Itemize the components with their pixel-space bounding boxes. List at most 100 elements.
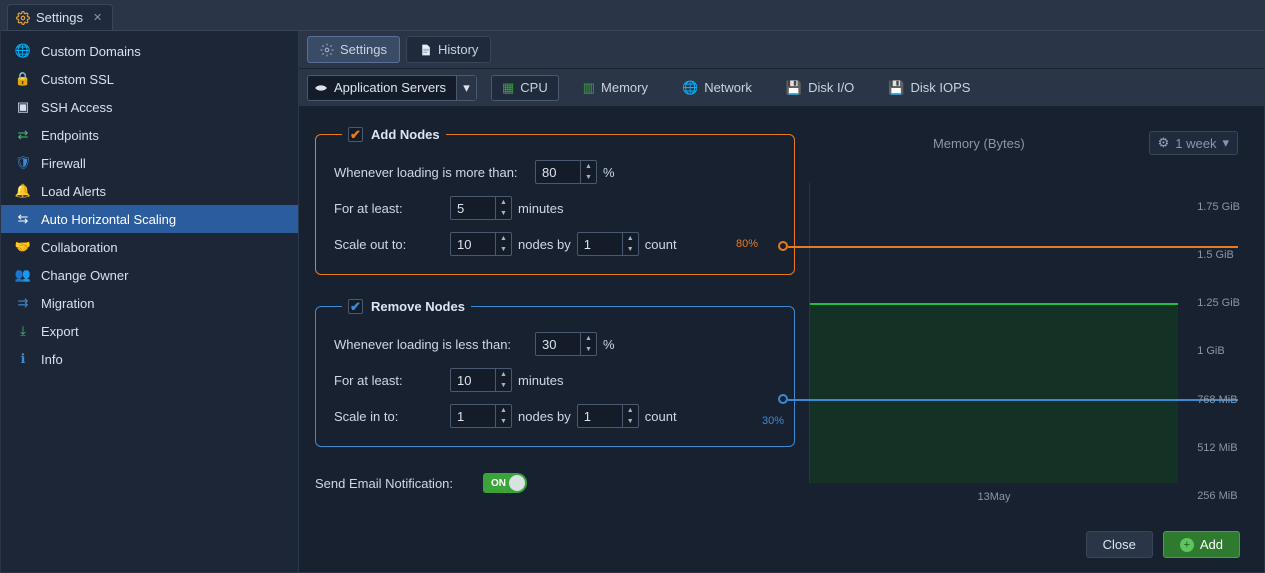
toggle-state: ON	[491, 478, 506, 489]
export-icon: ⤓	[15, 323, 31, 339]
notification-label: Send Email Notification:	[315, 476, 453, 491]
sidebar-item-endpoints[interactable]: ⇄ Endpoints	[1, 121, 298, 149]
sidebar-item-info[interactable]: ℹInfo	[1, 345, 298, 373]
sidebar-item-label: SSH Access	[41, 100, 113, 115]
spinner-arrows[interactable]: ▲▼	[495, 197, 511, 219]
time-range-dropdown[interactable]: ⚙ 1 week ▾	[1149, 131, 1238, 155]
notification-toggle[interactable]: ON	[483, 473, 527, 493]
y-tick: 512 MiB	[1197, 442, 1240, 454]
remove-nodes-checkbox[interactable]: ✔	[348, 299, 363, 314]
add-count-input[interactable]	[578, 233, 622, 255]
minutes-label: minutes	[518, 373, 564, 388]
add-scale-input[interactable]	[451, 233, 495, 255]
sidebar-item-firewall[interactable]: 🛡 Firewall	[1, 149, 298, 177]
sidebar-item-custom-ssl[interactable]: 🔒Custom SSL	[1, 65, 298, 93]
threshold-handle-icon[interactable]	[778, 394, 788, 404]
dropdown-value: Application Servers	[334, 80, 450, 95]
subtab-history[interactable]: History	[406, 36, 491, 63]
y-tick: 256 MiB	[1197, 490, 1240, 502]
close-button[interactable]: Close	[1086, 531, 1153, 558]
cpu-icon: ▦	[502, 80, 514, 96]
add-duration-label: For at least:	[334, 201, 444, 216]
count-label: count	[645, 409, 677, 424]
sidebar-item-load-alerts[interactable]: 🔔Load Alerts	[1, 177, 298, 205]
add-scale-label: Scale out to:	[334, 237, 444, 252]
subtab-settings[interactable]: Settings	[307, 36, 400, 63]
sidebar-item-label: Info	[41, 352, 63, 367]
remove-scale-spinner[interactable]: ▲▼	[450, 404, 512, 428]
remove-loading-spinner[interactable]: ▲▼	[535, 332, 597, 356]
threshold-down-label: 30%	[762, 415, 784, 427]
sidebar-item-label: Endpoints	[41, 128, 99, 143]
remove-count-input[interactable]	[578, 405, 622, 427]
sidebar-item-export[interactable]: ⤓Export	[1, 317, 298, 345]
add-button-label: Add	[1200, 537, 1223, 552]
add-nodes-checkbox[interactable]: ✔	[348, 127, 363, 142]
add-button[interactable]: + Add	[1163, 531, 1240, 558]
y-tick: 1.5 GiB	[1197, 249, 1240, 261]
spinner-arrows[interactable]: ▲▼	[495, 233, 511, 255]
spinner-arrows[interactable]: ▲▼	[622, 233, 638, 255]
threshold-handle-icon[interactable]	[778, 241, 788, 251]
disk-icon: 💾	[786, 80, 802, 96]
memory-line	[810, 303, 1178, 305]
y-tick: 768 MiB	[1197, 394, 1240, 406]
add-loading-spinner[interactable]: ▲▼	[535, 160, 597, 184]
sidebar-item-collaboration[interactable]: 🤝Collaboration	[1, 233, 298, 261]
add-nodes-panel: ✔ Add Nodes Whenever loading is more tha…	[315, 127, 795, 275]
bell-icon: 🔔	[15, 183, 31, 199]
metric-disk-iops[interactable]: 💾 Disk IOPS	[878, 76, 980, 100]
sidebar-item-label: Firewall	[41, 156, 86, 171]
metric-label: Network	[704, 80, 752, 95]
y-tick: 1.25 GiB	[1197, 297, 1240, 309]
add-duration-spinner[interactable]: ▲▼	[450, 196, 512, 220]
spinner-arrows[interactable]: ▲▼	[495, 369, 511, 391]
remove-scale-label: Scale in to:	[334, 409, 444, 424]
globe-icon: 🌐	[682, 80, 698, 96]
spinner-arrows[interactable]: ▲▼	[580, 161, 596, 183]
metric-disk-io[interactable]: 💾 Disk I/O	[776, 76, 864, 100]
add-scale-spinner[interactable]: ▲▼	[450, 232, 512, 256]
add-loading-input[interactable]	[536, 161, 580, 183]
gear-icon: ⚙	[1158, 135, 1170, 151]
subtab-label: Settings	[340, 42, 387, 57]
window-tab-settings[interactable]: Settings ✕	[7, 4, 113, 30]
spinner-arrows[interactable]: ▲▼	[495, 405, 511, 427]
remove-scale-input[interactable]	[451, 405, 495, 427]
remove-duration-spinner[interactable]: ▲▼	[450, 368, 512, 392]
spinner-arrows[interactable]: ▲▼	[622, 405, 638, 427]
remove-duration-input[interactable]	[451, 369, 495, 391]
x-axis-tick: 13May	[977, 491, 1010, 503]
add-nodes-legend: Add Nodes	[371, 127, 440, 142]
sidebar-item-ssh-access[interactable]: ▣SSH Access	[1, 93, 298, 121]
remove-count-spinner[interactable]: ▲▼	[577, 404, 639, 428]
chart-panel: Memory (Bytes) ⚙ 1 week ▾ 80%	[809, 127, 1248, 562]
remove-loading-label: Whenever loading is less than:	[334, 337, 529, 352]
handshake-icon: 🤝	[15, 239, 31, 255]
y-tick: 1.75 GiB	[1197, 201, 1240, 213]
shield-icon: 🛡	[15, 155, 31, 171]
chevron-down-icon: ▾	[456, 76, 476, 100]
sidebar-item-auto-horizontal-scaling[interactable]: ⇆Auto Horizontal Scaling	[1, 205, 298, 233]
close-icon[interactable]: ✕	[93, 11, 102, 24]
sidebar-item-custom-domains[interactable]: 🌐Custom Domains	[1, 37, 298, 65]
metric-memory[interactable]: ▥ Memory	[573, 76, 658, 100]
count-label: count	[645, 237, 677, 252]
sidebar-item-migration[interactable]: ⇉Migration	[1, 289, 298, 317]
add-duration-input[interactable]	[451, 197, 495, 219]
sidebar: 🌐Custom Domains 🔒Custom SSL ▣SSH Access …	[1, 31, 299, 572]
y-axis: 1.75 GiB 1.5 GiB 1.25 GiB 1 GiB 768 MiB …	[1197, 163, 1240, 562]
metric-cpu[interactable]: ▦ CPU	[491, 75, 559, 101]
metric-label: Memory	[601, 80, 648, 95]
remove-loading-input[interactable]	[536, 333, 580, 355]
spinner-arrows[interactable]: ▲▼	[580, 333, 596, 355]
globe-icon: 🌐	[15, 43, 31, 59]
add-count-spinner[interactable]: ▲▼	[577, 232, 639, 256]
layer-dropdown[interactable]: Application Servers ▾	[307, 75, 477, 101]
document-icon	[419, 43, 432, 57]
metric-network[interactable]: 🌐 Network	[672, 76, 762, 100]
endpoints-icon: ⇄	[15, 127, 31, 143]
remove-nodes-legend: Remove Nodes	[371, 299, 465, 314]
subtab-label: History	[438, 42, 478, 57]
sidebar-item-change-owner[interactable]: 👥Change Owner	[1, 261, 298, 289]
